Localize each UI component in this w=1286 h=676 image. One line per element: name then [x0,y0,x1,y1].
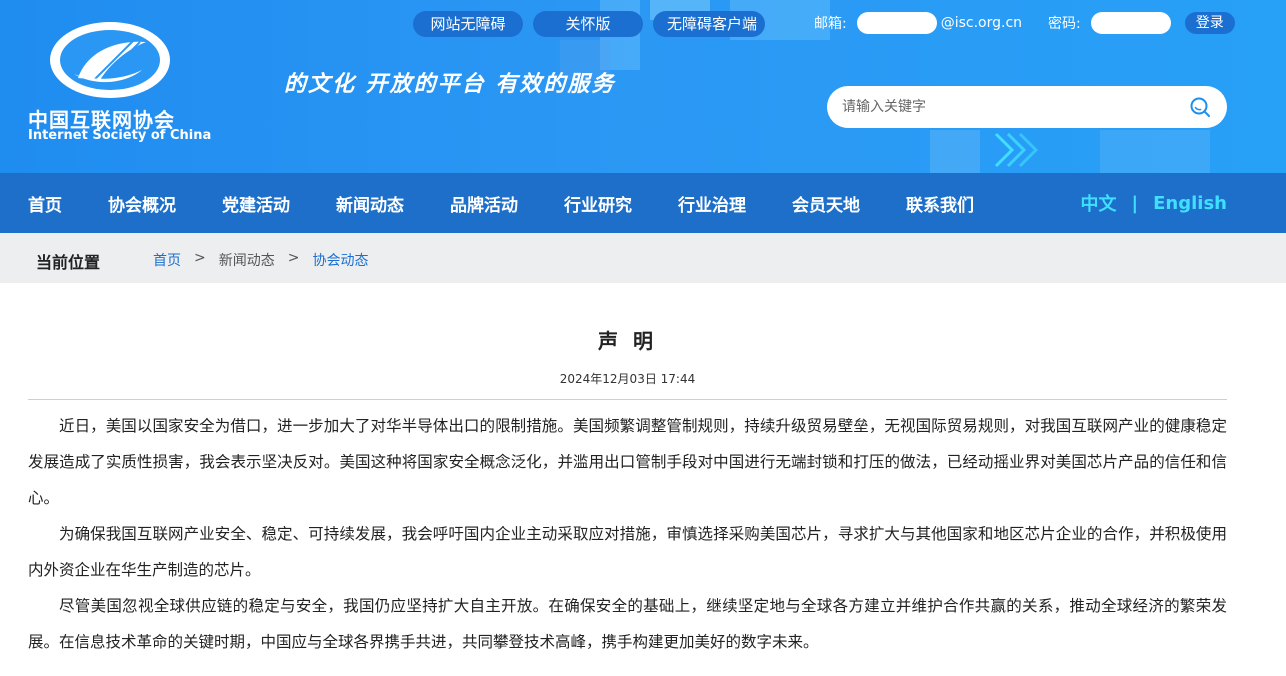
search-box [827,86,1227,128]
chevron-decoration-icon [994,132,1039,168]
lang-english-link[interactable]: English [1153,193,1227,214]
nav-item-news[interactable]: 新闻动态 [336,191,404,216]
elderly-mode-link[interactable]: 关怀版 [533,11,643,37]
site-logo[interactable]: 中国互联网协会 Internet Society of China [28,16,211,146]
article-paragraph: 为确保我国互联网产业安全、稳定、可持续发展，我会呼吁国内企业主动采取应对措施，审… [28,525,1227,579]
breadcrumb-separator: > [194,250,206,266]
password-label: 密码: [1048,16,1081,32]
email-domain: @isc.org.cn [940,15,1023,31]
article: 声 明 2024年12月03日 17:44 近日，美国以国家安全为借口，进一步加… [28,283,1227,660]
breadcrumb-home[interactable]: 首页 [153,250,181,270]
language-switch: 中文 | English [1081,173,1227,233]
lang-separator: | [1131,192,1139,214]
email-field[interactable] [856,12,937,34]
breadcrumb-association-news[interactable]: 协会动态 [312,250,368,270]
breadcrumb-bar: 当前位置 首页 > 新闻动态 > 协会动态 [0,233,1286,283]
nav-item-contact[interactable]: 联系我们 [906,191,974,216]
breadcrumb: 首页 > 新闻动态 > 协会动态 [153,250,368,270]
nav-items: 首页 协会概况 党建活动 新闻动态 品牌活动 行业研究 行业治理 会员天地 联系… [28,173,974,233]
login-button[interactable]: 登录 [1184,12,1235,34]
accessibility-client-link[interactable]: 无障碍客户端 [653,11,765,37]
isc-logo-icon [50,22,170,98]
search-icon[interactable] [1189,96,1211,118]
nav-item-brand-events[interactable]: 品牌活动 [450,191,518,216]
header-slogan: 的文化 开放的平台 有效的服务 [284,71,616,97]
breadcrumb-separator: > [287,250,300,266]
breadcrumb-news[interactable]: 新闻动态 [219,250,275,270]
breadcrumb-title: 当前位置 [36,253,101,272]
accessibility-link[interactable]: 网站无障碍 [413,11,523,37]
login-form: 邮箱: @isc.org.cn 密码: 登录 [814,12,1235,34]
nav-item-party-building[interactable]: 党建活动 [222,191,290,216]
article-paragraph: 近日，美国以国家安全为借口，进一步加大了对华半导体出口的限制措施。美国频繁调整管… [28,417,1227,507]
article-body: 近日，美国以国家安全为借口，进一步加大了对华半导体出口的限制措施。美国频繁调整管… [28,408,1227,660]
site-header: 中国互联网协会 Internet Society of China 的文化 开放… [0,0,1286,173]
nav-item-industry-research[interactable]: 行业研究 [564,191,632,216]
password-field[interactable] [1090,12,1171,34]
article-paragraph: 尽管美国忽视全球供应链的稳定与安全，我国仍应坚持扩大自主开放。在确保安全的基础上… [28,597,1227,651]
nav-item-industry-governance[interactable]: 行业治理 [678,191,746,216]
nav-item-members[interactable]: 会员天地 [792,191,860,216]
decorative-block [930,130,980,173]
nav-item-home[interactable]: 首页 [28,191,62,216]
article-date: 2024年12月03日 17:44 [559,372,696,386]
top-links: 网站无障碍 关怀版 无障碍客户端 [413,11,765,37]
decorative-block [1100,130,1210,173]
article-divider [28,399,1227,400]
lang-chinese-link[interactable]: 中文 [1081,190,1117,216]
email-label: 邮箱: [814,16,847,32]
search-input[interactable] [842,86,1182,128]
logo-english-name: Internet Society of China [28,128,212,143]
main-nav: 首页 协会概况 党建活动 新闻动态 品牌活动 行业研究 行业治理 会员天地 联系… [0,173,1286,233]
article-title: 声 明 [598,329,657,353]
nav-item-about[interactable]: 协会概况 [108,191,176,216]
